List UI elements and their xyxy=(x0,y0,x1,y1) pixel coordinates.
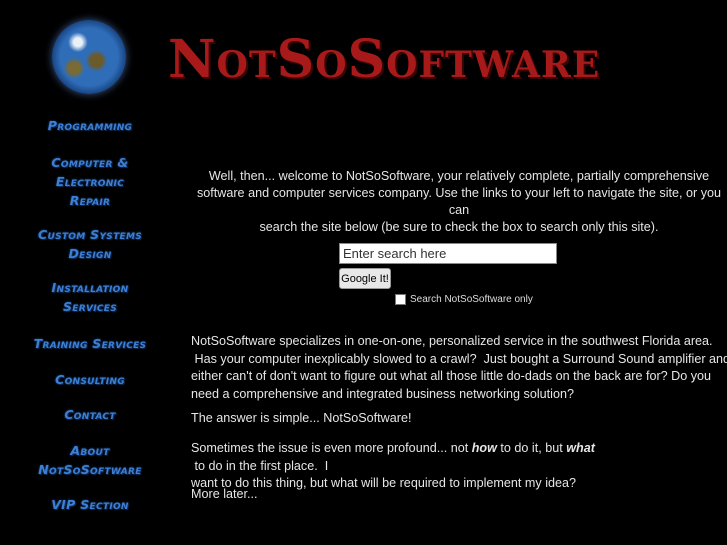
paragraph-line: either can't of don't want to figure out… xyxy=(191,369,712,383)
emphasis-how: how xyxy=(471,441,497,455)
sidebar-item-custom-systems[interactable]: Custom Systems Design xyxy=(0,225,180,263)
sidebar-item-contact[interactable]: Contact xyxy=(0,405,180,424)
sidebar: Programming Computer & Electronic Repair… xyxy=(0,0,180,545)
nav-label: NotSoSoftware xyxy=(38,462,142,477)
search-input[interactable] xyxy=(339,243,557,264)
emphasis-what: what xyxy=(566,441,595,455)
site-only-checkbox[interactable] xyxy=(395,294,406,305)
sidebar-item-installation[interactable]: Installation Services xyxy=(0,278,180,316)
sidebar-item-vip[interactable]: VIP Section xyxy=(0,495,180,514)
nav-label: Installation xyxy=(51,280,129,295)
globe-icon xyxy=(52,20,126,94)
nav-label: Electronic xyxy=(55,174,125,189)
site-only-label: Search NotSoSoftware only xyxy=(410,294,533,305)
paragraph-text: Sometimes the issue is even more profoun… xyxy=(191,441,472,455)
nav-label: Programming xyxy=(47,118,133,133)
sidebar-item-computer-repair[interactable]: Computer & Electronic Repair xyxy=(0,153,180,210)
issue-paragraph: Sometimes the issue is even more profoun… xyxy=(191,440,721,493)
paragraph-line: NotSoSoftware specializes in one-on-one,… xyxy=(191,334,713,348)
nav-label: Contact xyxy=(64,407,116,422)
nav-label: Consulting xyxy=(55,372,125,387)
nav-label: Design xyxy=(68,246,112,261)
google-it-button[interactable]: Google It! xyxy=(339,268,391,289)
intro-paragraph: NotSoSoftware specializes in one-on-one,… xyxy=(191,333,727,403)
sidebar-item-programming[interactable]: Programming xyxy=(0,116,180,135)
nav-label: Custom Systems xyxy=(38,227,142,242)
site-title: NotSoSoftware xyxy=(168,29,601,90)
nav-label: Training Services xyxy=(33,336,147,351)
paragraph-text: to do it, but xyxy=(496,441,567,455)
paragraph-line: Has your computer inexplicably slowed to… xyxy=(191,351,727,366)
nav-label: Repair xyxy=(69,193,111,208)
nav-label: Services xyxy=(62,299,118,314)
nav-label: Computer & xyxy=(51,155,129,170)
sidebar-item-training[interactable]: Training Services xyxy=(0,334,180,353)
answer-paragraph: The answer is simple... NotSoSoftware! xyxy=(191,411,412,425)
paragraph-line: need a comprehensive and integrated busi… xyxy=(191,386,574,401)
nav-label: VIP Section xyxy=(51,497,129,512)
site-only-option[interactable]: Search NotSoSoftware only xyxy=(395,294,533,305)
paragraph-text: to do in the first place. I xyxy=(191,458,329,473)
welcome-line: search the site below (be sure to check … xyxy=(259,220,659,234)
nav-label: About xyxy=(70,443,110,458)
welcome-line: software and computer services company. … xyxy=(196,186,722,217)
welcome-line: Well, then... welcome to NotSoSoftware, … xyxy=(208,169,710,183)
welcome-text: Well, then... welcome to NotSoSoftware, … xyxy=(191,168,727,236)
more-later-text: More later... xyxy=(191,487,258,501)
sidebar-item-consulting[interactable]: Consulting xyxy=(0,370,180,389)
sidebar-item-about[interactable]: About NotSoSoftware xyxy=(0,441,180,479)
